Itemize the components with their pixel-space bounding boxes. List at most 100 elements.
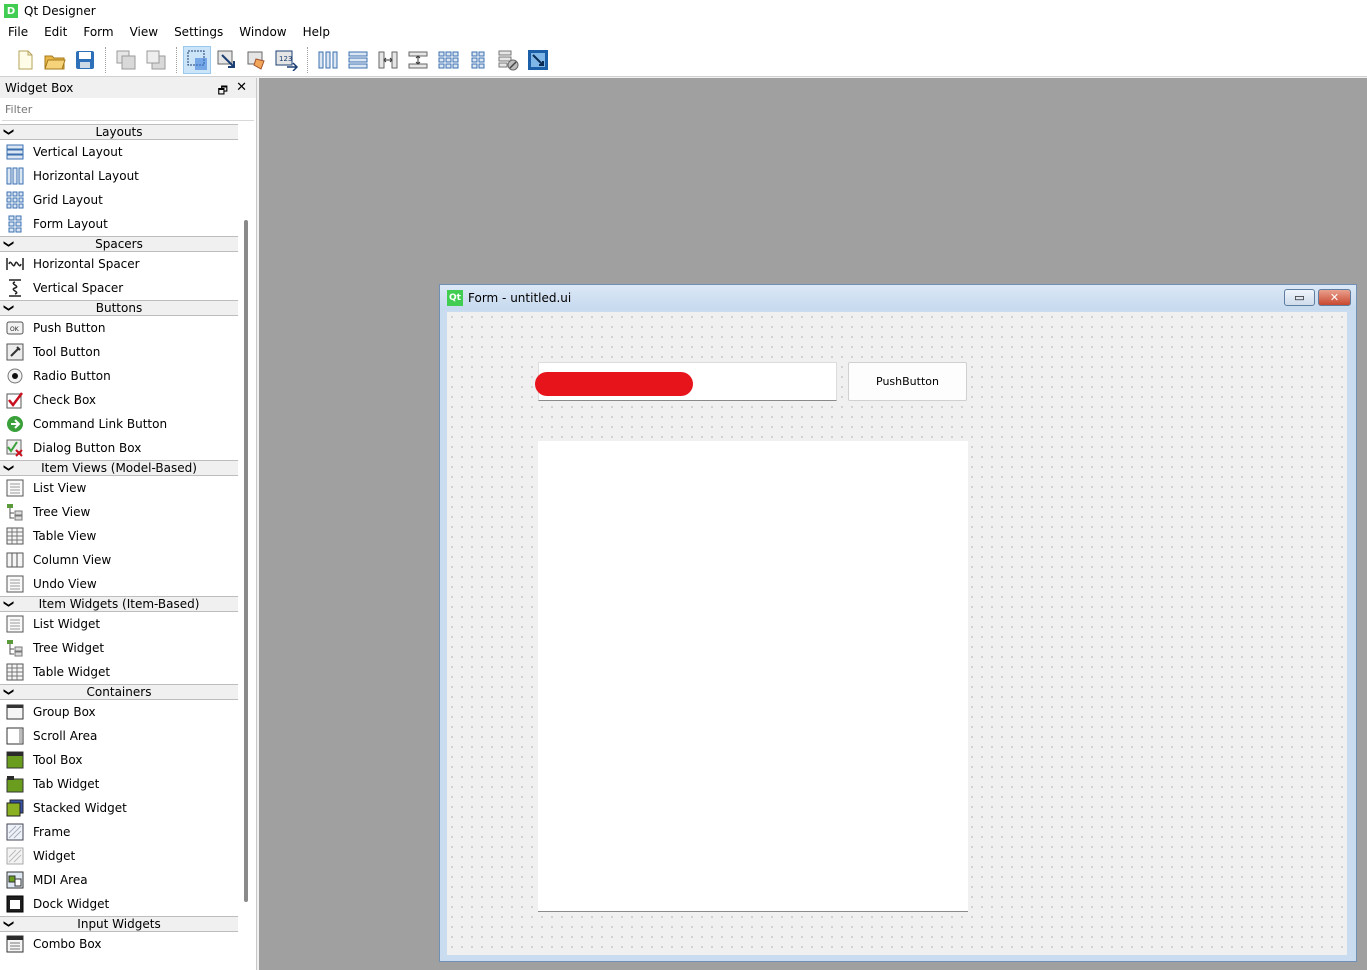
form-window[interactable]: Qt Form - untitled.ui ▭ ✕ PushButton <box>439 284 1357 962</box>
dialog-button-box-icon <box>6 439 23 457</box>
category-item-widgets[interactable]: ❯ Item Widgets (Item-Based) <box>0 596 238 612</box>
close-dock-icon[interactable]: ✕ <box>236 80 247 95</box>
widget-item-command-link-button[interactable]: Command Link Button <box>0 412 238 436</box>
lay-out-horizontal-splitter-icon[interactable] <box>374 46 402 74</box>
widget-item-mdi-area[interactable]: MDI Area <box>0 868 238 892</box>
window-title-bar: D Qt Designer <box>0 0 1367 22</box>
chevron-down-icon: ❯ <box>3 919 15 929</box>
stacked-widget-icon <box>6 799 24 817</box>
widget-item-radio-button[interactable]: Radio Button <box>0 364 238 388</box>
category-layouts[interactable]: ❯ Layouts <box>0 124 238 140</box>
widget-item-tab-widget[interactable]: Tab Widget <box>0 772 238 796</box>
lay-out-grid-icon[interactable] <box>434 46 462 74</box>
minimize-button[interactable]: ▭ <box>1284 289 1315 306</box>
column-view-icon <box>6 552 24 568</box>
widget-item-horizontal-spacer[interactable]: Horizontal Spacer <box>0 252 238 276</box>
tab-widget-icon <box>6 776 24 793</box>
widget-box-scrollbar[interactable] <box>244 220 248 902</box>
widget-item-table-view[interactable]: Table View <box>0 524 238 548</box>
line-edit[interactable] <box>535 362 837 401</box>
check-box-icon <box>6 392 23 409</box>
form-title-bar[interactable]: Qt Form - untitled.ui <box>440 285 1356 310</box>
widget-item-tool-box[interactable]: Tool Box <box>0 748 238 772</box>
category-containers[interactable]: ❯ Containers <box>0 684 238 700</box>
widget-item-combo-box[interactable]: Combo Box <box>0 932 238 956</box>
lay-out-vertical-splitter-icon[interactable] <box>404 46 432 74</box>
redacted-text-mark <box>535 372 693 396</box>
bring-to-front-icon[interactable] <box>142 46 170 74</box>
widget-item-column-view[interactable]: Column View <box>0 548 238 572</box>
widget-box-header: Widget Box 🗗 ✕ <box>0 78 256 98</box>
chevron-down-icon: ❯ <box>3 239 15 249</box>
widget-item-scroll-area[interactable]: Scroll Area <box>0 724 238 748</box>
widget-item-widget[interactable]: Widget <box>0 844 238 868</box>
save-form-icon[interactable] <box>71 46 99 74</box>
chevron-down-icon: ❯ <box>3 303 15 313</box>
new-form-icon[interactable] <box>11 46 39 74</box>
menu-help[interactable]: Help <box>295 22 338 43</box>
text-edit-area[interactable] <box>538 441 968 912</box>
radio-button-icon <box>7 368 23 384</box>
edit-tab-order-icon[interactable]: 123 <box>273 46 301 74</box>
widget-item-dialog-button-box[interactable]: Dialog Button Box <box>0 436 238 460</box>
category-buttons[interactable]: ❯ Buttons <box>0 300 238 316</box>
widget-box-list: ❯ Layouts Vertical Layout Horizontal Layo… <box>0 124 238 956</box>
scroll-area-icon <box>6 727 24 745</box>
lay-out-horizontally-icon[interactable] <box>314 46 342 74</box>
category-input-widgets[interactable]: ❯ Input Widgets <box>0 916 238 932</box>
adjust-size-icon[interactable] <box>524 46 552 74</box>
toolbar-separator <box>307 46 308 73</box>
widget-item-vertical-spacer[interactable]: Vertical Spacer <box>0 276 238 300</box>
widget-item-stacked-widget[interactable]: Stacked Widget <box>0 796 238 820</box>
widget-item-form-layout[interactable]: Form Layout <box>0 212 238 236</box>
widget-item-group-box[interactable]: Group Box <box>0 700 238 724</box>
widget-item-list-widget[interactable]: List Widget <box>0 612 238 636</box>
edit-signals-slots-icon[interactable] <box>213 46 241 74</box>
menu-bar: File Edit Form View Settings Window Help <box>0 22 1367 43</box>
widget-item-horizontal-layout[interactable]: Horizontal Layout <box>0 164 238 188</box>
table-view-icon <box>6 527 24 545</box>
widget-item-tree-view[interactable]: Tree View <box>0 500 238 524</box>
menu-file[interactable]: File <box>0 22 36 43</box>
menu-edit[interactable]: Edit <box>36 22 75 43</box>
widget-item-tree-widget[interactable]: Tree Widget <box>0 636 238 660</box>
edit-widgets-icon[interactable] <box>183 45 211 74</box>
widget-item-grid-layout[interactable]: Grid Layout <box>0 188 238 212</box>
form-canvas[interactable]: PushButton <box>447 312 1347 955</box>
widget-item-check-box[interactable]: Check Box <box>0 388 238 412</box>
widget-item-frame[interactable]: Frame <box>0 820 238 844</box>
widget-item-vertical-layout[interactable]: Vertical Layout <box>0 140 238 164</box>
break-layout-icon[interactable] <box>494 46 522 74</box>
grid-layout-icon <box>6 191 24 209</box>
widget-item-push-button[interactable]: OK Push Button <box>0 316 238 340</box>
widget-item-undo-view[interactable]: Undo View <box>0 572 238 596</box>
vertical-layout-icon <box>6 144 24 160</box>
tool-box-icon <box>6 751 24 769</box>
mdi-area-icon <box>6 871 24 889</box>
menu-settings[interactable]: Settings <box>166 22 231 43</box>
widget-box-filter-input[interactable] <box>2 99 254 121</box>
main-toolbar: 123 <box>0 43 1367 77</box>
lay-out-vertically-icon[interactable] <box>344 46 372 74</box>
menu-form[interactable]: Form <box>75 22 121 43</box>
push-button[interactable]: PushButton <box>848 362 967 401</box>
horizontal-spacer-icon <box>6 258 24 270</box>
horizontal-layout-icon <box>6 167 24 185</box>
widget-item-tool-button[interactable]: Tool Button <box>0 340 238 364</box>
lay-out-form-icon[interactable] <box>464 46 492 74</box>
close-button[interactable]: ✕ <box>1318 289 1351 306</box>
widget-item-list-view[interactable]: List View <box>0 476 238 500</box>
float-dock-icon[interactable]: 🗗 <box>218 82 228 101</box>
widget-item-dock-widget[interactable]: Dock Widget <box>0 892 238 916</box>
push-button-icon: OK <box>6 321 24 335</box>
widget-item-table-widget[interactable]: Table Widget <box>0 660 238 684</box>
send-to-back-icon[interactable] <box>112 46 140 74</box>
svg-text:123: 123 <box>279 55 292 63</box>
edit-buddies-icon[interactable] <box>243 46 271 74</box>
menu-view[interactable]: View <box>122 22 166 43</box>
open-form-icon[interactable] <box>41 46 69 74</box>
menu-window[interactable]: Window <box>231 22 294 43</box>
category-item-views[interactable]: ❯ Item Views (Model-Based) <box>0 460 238 476</box>
command-link-arrow-icon <box>7 416 23 432</box>
category-spacers[interactable]: ❯ Spacers <box>0 236 238 252</box>
